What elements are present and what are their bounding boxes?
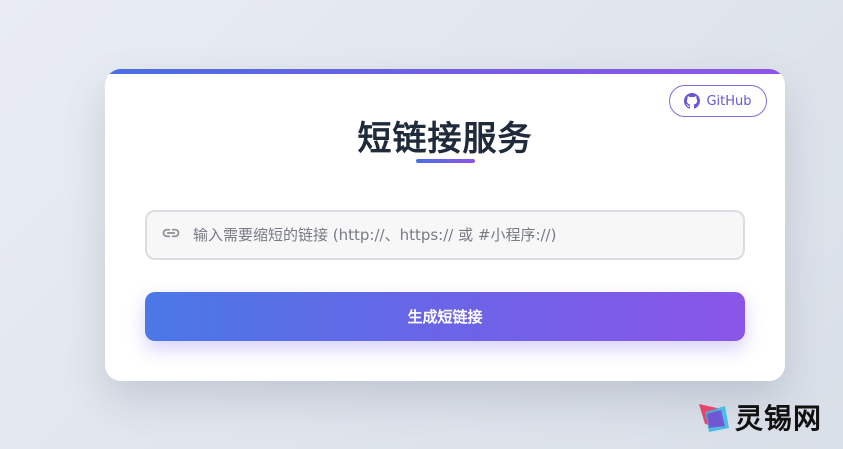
github-button-label: GitHub [706, 93, 752, 109]
watermark: 灵锡网 [695, 397, 822, 437]
card-top-accent-bar [105, 69, 785, 74]
watermark-text: 灵锡网 [735, 402, 823, 435]
watermark-logo-icon [695, 398, 731, 436]
title-underline [416, 159, 475, 163]
github-icon [684, 93, 701, 109]
page-title: 短链接服务 [357, 119, 533, 159]
url-input[interactable] [191, 225, 735, 245]
link-icon [147, 223, 191, 247]
url-input-container[interactable] [145, 210, 745, 260]
shortlink-card: GitHub 短链接服务 生成短链接 [105, 69, 785, 381]
generate-shortlink-button[interactable]: 生成短链接 [145, 292, 745, 341]
